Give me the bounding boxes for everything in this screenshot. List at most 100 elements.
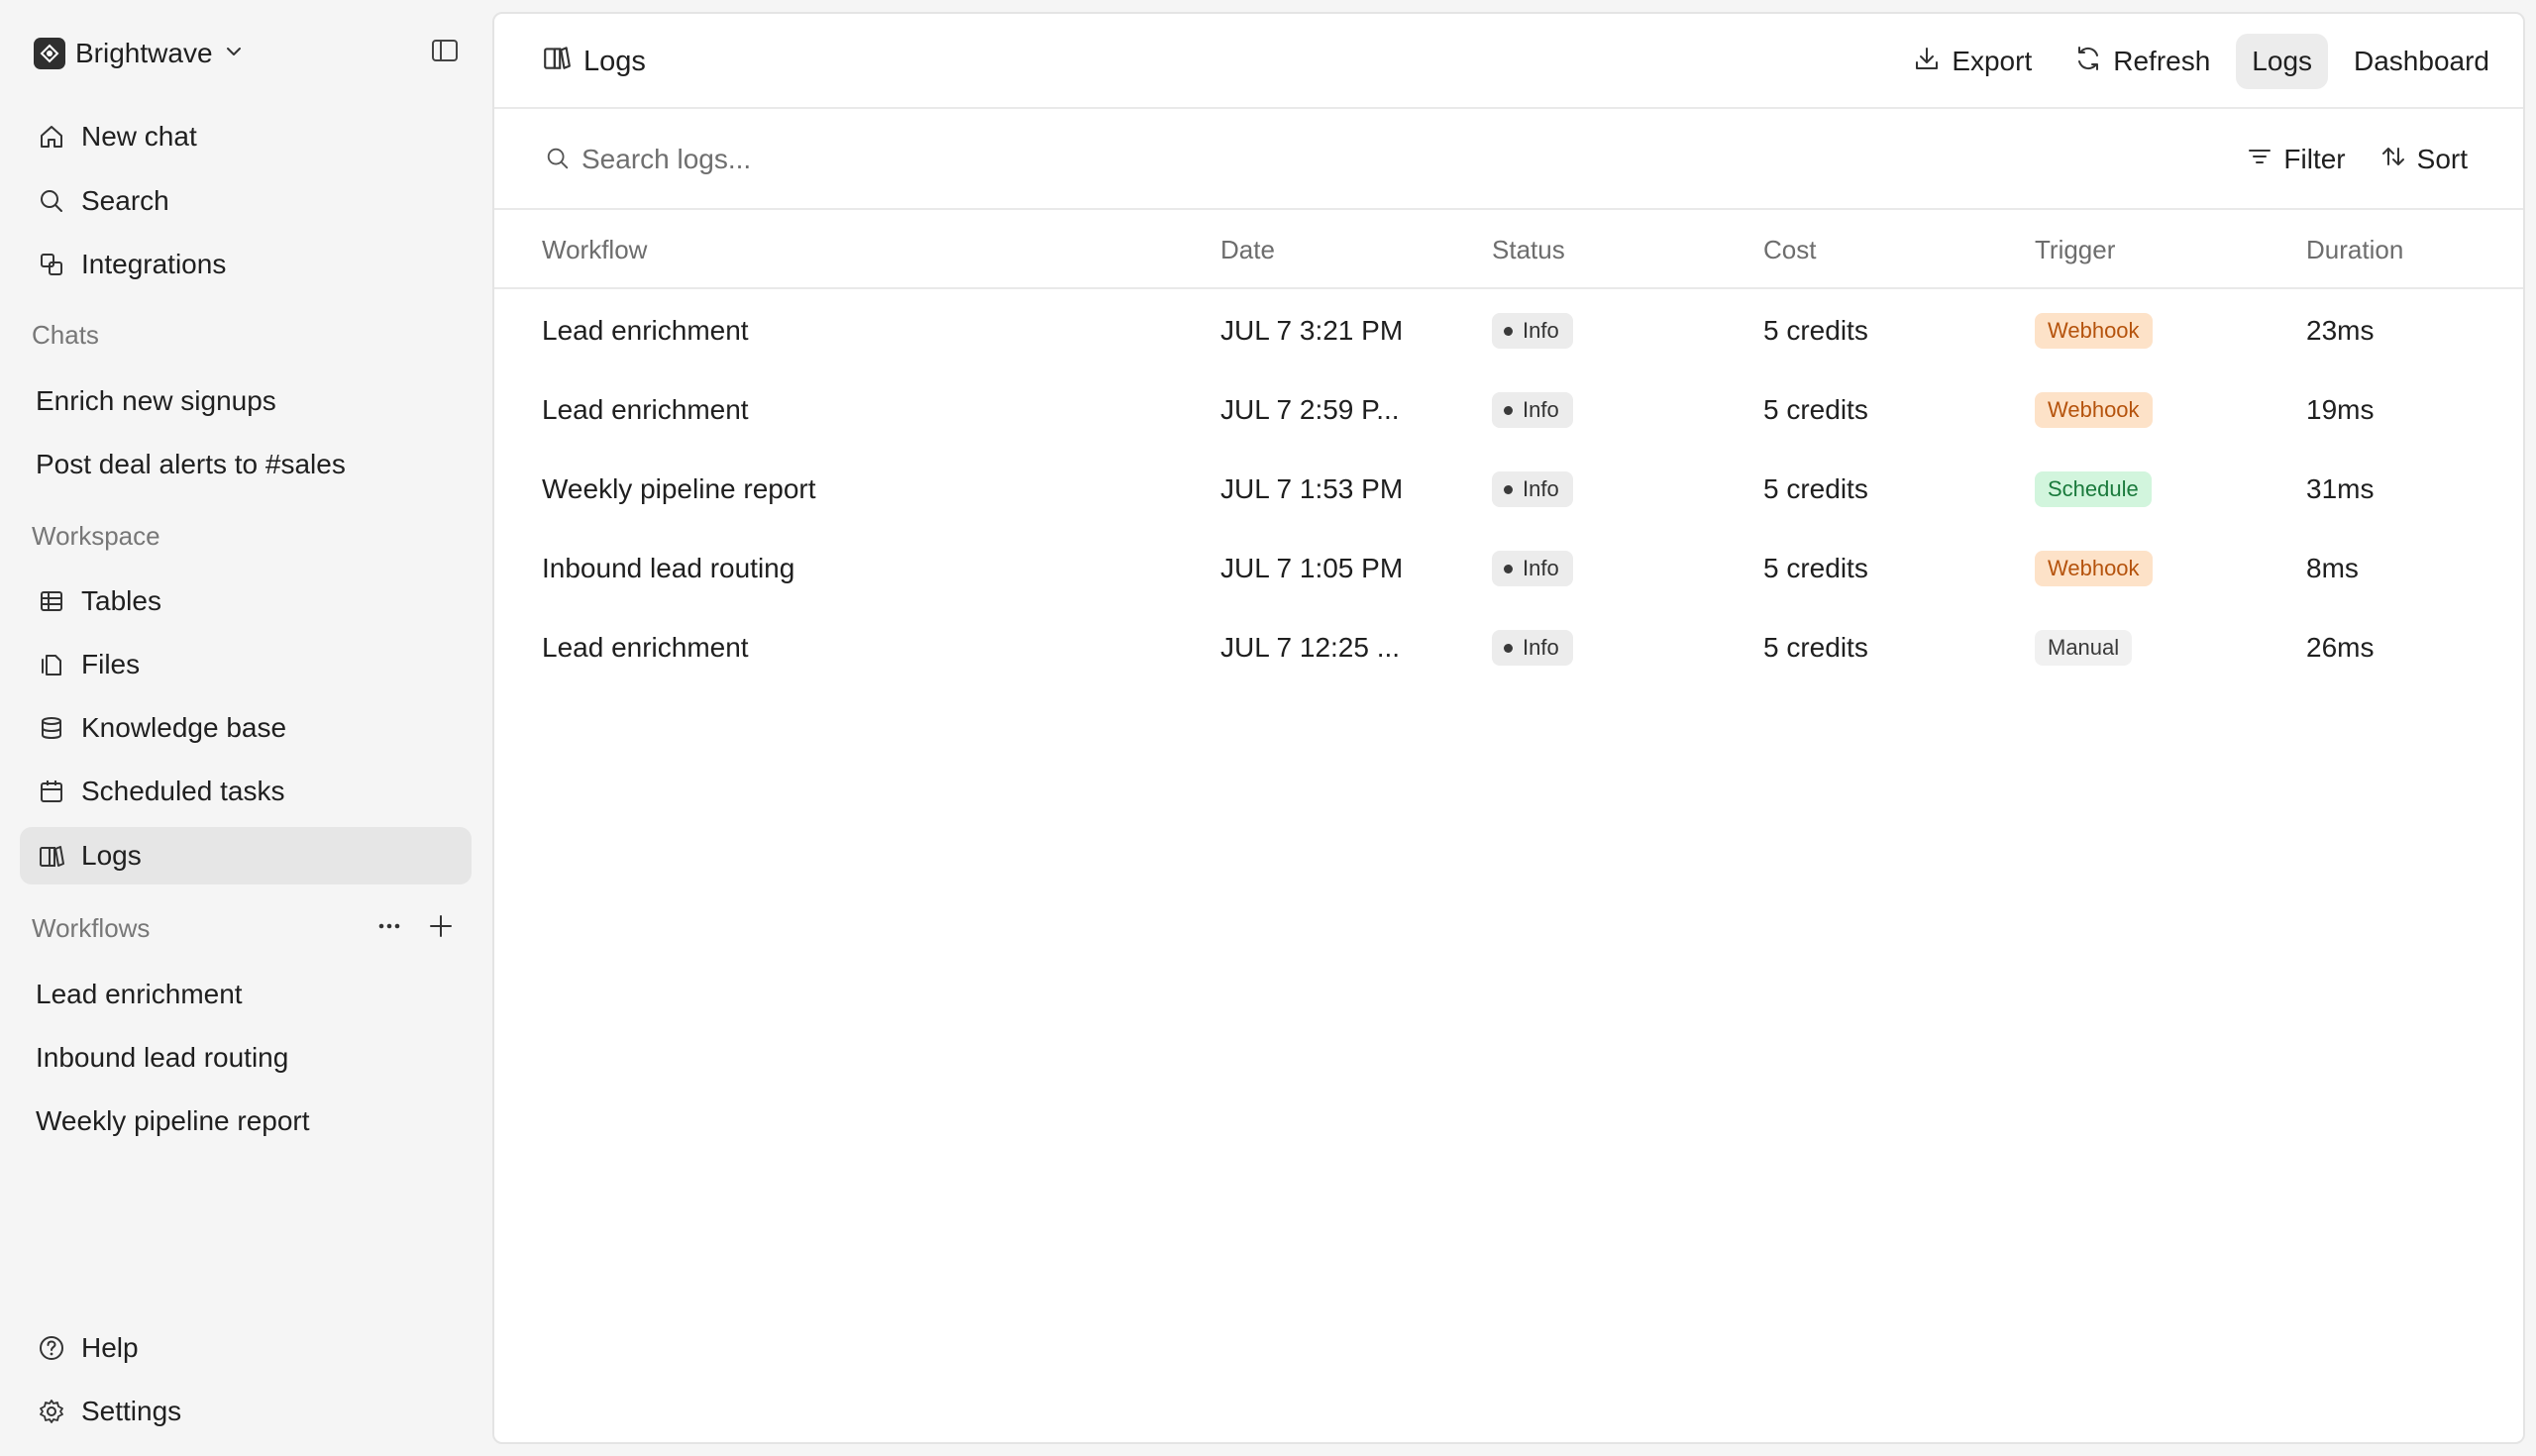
trigger-cell: Webhook [2035, 370, 2153, 450]
filter-button[interactable]: Filter [2240, 133, 2351, 186]
chat-item[interactable]: Post deal alerts to #sales [36, 440, 346, 489]
nav-label: Knowledge base [81, 712, 287, 743]
ellipsis-icon [375, 912, 403, 945]
workflow-item[interactable]: Lead enrichment [36, 970, 243, 1019]
nav-integrations[interactable]: Integrations [20, 236, 472, 293]
column-header-workflow[interactable]: Workflow [542, 210, 647, 289]
status-cell: Info [1492, 608, 1573, 687]
status-cell: Info [1492, 529, 1573, 608]
toggle-sidebar-button[interactable] [428, 36, 462, 69]
nav-scheduled-tasks[interactable]: Scheduled tasks [20, 763, 472, 820]
workspace-switcher[interactable]: Brightwave [34, 34, 245, 73]
status-badge: Info [1492, 471, 1573, 507]
nav-knowledge-base[interactable]: Knowledge base [20, 699, 472, 757]
workflows-actions [370, 908, 460, 948]
more-options-button[interactable] [370, 909, 408, 947]
files-icon [36, 649, 67, 680]
page-title: Logs [542, 42, 646, 81]
sort-button[interactable]: Sort [2374, 133, 2474, 186]
nav-label: Help [81, 1332, 139, 1363]
status-text: Info [1523, 476, 1559, 501]
status-dot-icon [1504, 564, 1513, 573]
column-header-status[interactable]: Status [1492, 210, 1565, 289]
trigger-cell: Schedule [2035, 450, 2152, 529]
trigger-badge: Schedule [2035, 471, 2152, 507]
nav-logs[interactable]: Logs [20, 827, 472, 884]
main-panel: Logs Export Refresh Logs Dashboard Searc… [492, 12, 2525, 1444]
gear-icon [36, 1396, 67, 1427]
trigger-cell: Webhook [2035, 529, 2153, 608]
column-header-duration[interactable]: Duration [2306, 210, 2403, 289]
status-badge: Info [1492, 551, 1573, 586]
refresh-button[interactable]: Refresh [2058, 34, 2226, 89]
status-text: Info [1523, 397, 1559, 422]
sort-icon [2379, 143, 2407, 177]
workflow-item[interactable]: Weekly pipeline report [36, 1096, 310, 1146]
search-bar: Filter Sort [494, 109, 2523, 210]
table-row[interactable]: Weekly pipeline report JUL 7 1:53 PM Inf… [494, 450, 2523, 529]
date-cell: JUL 7 3:21 PM [1220, 315, 1404, 346]
export-label: Export [1952, 46, 2033, 76]
search-icon [36, 185, 67, 217]
column-header-cost[interactable]: Cost [1763, 210, 1816, 289]
plus-icon [428, 913, 454, 944]
status-dot-icon [1504, 326, 1513, 336]
nav-help[interactable]: Help [20, 1319, 472, 1377]
workflow-cell: Weekly pipeline report [542, 473, 816, 504]
add-workflow-button[interactable] [422, 909, 460, 947]
column-header-date[interactable]: Date [1220, 210, 1275, 289]
table-row[interactable]: Inbound lead routing JUL 7 1:05 PM Info … [494, 529, 2523, 608]
workspace-name: Brightwave [75, 38, 213, 68]
sidebar-panel-icon [430, 36, 460, 70]
table-row[interactable]: Lead enrichment JUL 7 3:21 PM Info 5 cre… [494, 291, 2523, 370]
database-icon [36, 712, 67, 744]
table-header: Workflow Date Status Cost Trigger Durati… [494, 210, 2523, 289]
tab-logs-label: Logs [2252, 46, 2313, 76]
search-logs-input[interactable] [581, 137, 1473, 182]
status-cell: Info [1492, 291, 1573, 370]
duration-cell: 19ms [2306, 394, 2375, 425]
status-badge: Info [1492, 630, 1573, 666]
calendar-icon [36, 776, 67, 807]
page-title-text: Logs [583, 45, 646, 77]
status-cell: Info [1492, 450, 1573, 529]
nav-files[interactable]: Files [20, 636, 472, 693]
nav-label: Integrations [81, 249, 227, 279]
workspace-section-label: Workspace [32, 520, 160, 551]
nav-search[interactable]: Search [20, 172, 472, 230]
nav-label: Logs [81, 840, 142, 871]
table-row[interactable]: Lead enrichment JUL 7 2:59 P... Info 5 c… [494, 370, 2523, 450]
date-cell: JUL 7 1:53 PM [1220, 473, 1404, 504]
workflow-cell: Lead enrichment [542, 394, 749, 425]
date-cell: JUL 7 12:25 ... [1220, 632, 1401, 663]
header-actions: Export Refresh Logs Dashboard [1896, 34, 2505, 89]
status-text: Info [1523, 556, 1559, 580]
nav-label: Tables [81, 585, 161, 616]
nav-new-chat[interactable]: New chat [20, 108, 472, 165]
nav-label: Search [81, 185, 169, 216]
duration-cell: 8ms [2306, 553, 2359, 583]
chat-item[interactable]: Enrich new signups [36, 376, 276, 426]
column-header-trigger[interactable]: Trigger [2035, 210, 2115, 289]
trigger-badge: Webhook [2035, 392, 2153, 428]
cost-cell: 5 credits [1763, 394, 1868, 425]
nav-label: Files [81, 649, 141, 679]
logs-icon [36, 840, 67, 872]
tab-dashboard[interactable]: Dashboard [2338, 34, 2505, 89]
nav-settings[interactable]: Settings [20, 1383, 472, 1440]
tab-logs[interactable]: Logs [2236, 34, 2329, 89]
nav-tables[interactable]: Tables [20, 572, 472, 630]
table-row[interactable]: Lead enrichment JUL 7 12:25 ... Info 5 c… [494, 608, 2523, 687]
brand-logo-icon [34, 38, 65, 69]
filter-label: Filter [2283, 144, 2346, 174]
workflows-section-label: Workflows [32, 912, 151, 943]
export-button[interactable]: Export [1896, 34, 2048, 89]
status-badge: Info [1492, 392, 1573, 428]
filter-icon [2246, 143, 2273, 177]
search-icon [542, 143, 574, 174]
trigger-badge: Manual [2035, 630, 2133, 666]
workflow-item[interactable]: Inbound lead routing [36, 1033, 288, 1083]
status-text: Info [1523, 318, 1559, 343]
workflow-cell: Lead enrichment [542, 632, 749, 663]
tab-dashboard-label: Dashboard [2354, 46, 2489, 76]
